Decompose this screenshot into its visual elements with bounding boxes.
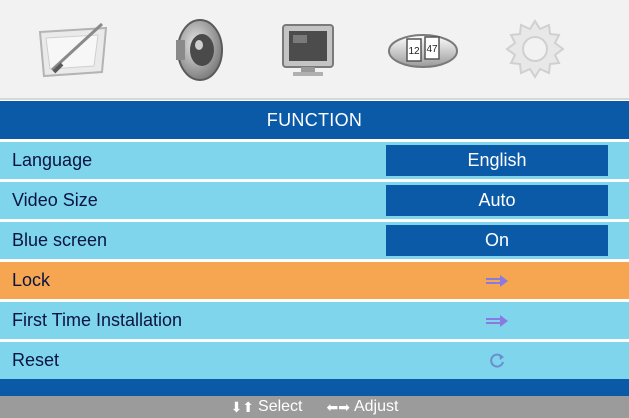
arrow-right-icon[interactable] (484, 273, 510, 289)
clock-minute-text: 47 (426, 44, 438, 55)
help-bar: ⬇⬆ Select ⬅➡ Adjust (0, 396, 629, 418)
left-right-arrows-icon: ⬅➡ (326, 398, 350, 415)
clock-icon[interactable]: 12 47 (375, 0, 470, 98)
row-label: Language (12, 150, 93, 170)
speaker-icon[interactable] (158, 0, 238, 98)
clock-hour-text: 12 (408, 46, 420, 57)
up-down-arrows-icon: ⬇⬆ (230, 398, 255, 415)
osd-menu: 12 47 FUNCTION Language English Video Si… (0, 0, 629, 418)
row-label: Lock (12, 270, 51, 290)
page-title: FUNCTION (0, 101, 629, 139)
select-hint: ⬇⬆ Select (231, 398, 303, 416)
select-hint-label: Select (258, 398, 303, 415)
menu-row-first-time-installation[interactable]: First Time Installation (0, 302, 629, 339)
gear-icon[interactable] (495, 0, 575, 98)
adjust-hint-label: Adjust (353, 398, 399, 415)
menu-row-video-size[interactable]: Video Size Auto (0, 182, 629, 219)
arrow-right-icon[interactable] (484, 313, 510, 329)
language-value[interactable]: English (386, 145, 608, 176)
menu-row-reset[interactable]: Reset (0, 342, 629, 379)
row-label: Video Size (12, 190, 98, 210)
video-size-value[interactable]: Auto (386, 185, 608, 216)
blue-screen-value[interactable]: On (386, 225, 608, 256)
adjust-hint: ⬅➡ Adjust (327, 398, 399, 416)
monitor-icon[interactable] (268, 0, 348, 98)
picture-icon[interactable] (22, 0, 122, 98)
menu-row-lock[interactable]: Lock (0, 262, 629, 299)
menu-footer-band (0, 379, 629, 396)
row-label: First Time Installation (12, 310, 183, 330)
menu-list: Language English Video Size Auto Blue sc… (0, 142, 629, 382)
menu-row-blue-screen[interactable]: Blue screen On (0, 222, 629, 259)
menu-row-language[interactable]: Language English (0, 142, 629, 179)
row-label: Reset (12, 350, 60, 370)
refresh-icon[interactable] (487, 351, 507, 371)
row-label: Blue screen (12, 230, 108, 250)
menu-tab-bar: 12 47 (0, 0, 629, 100)
